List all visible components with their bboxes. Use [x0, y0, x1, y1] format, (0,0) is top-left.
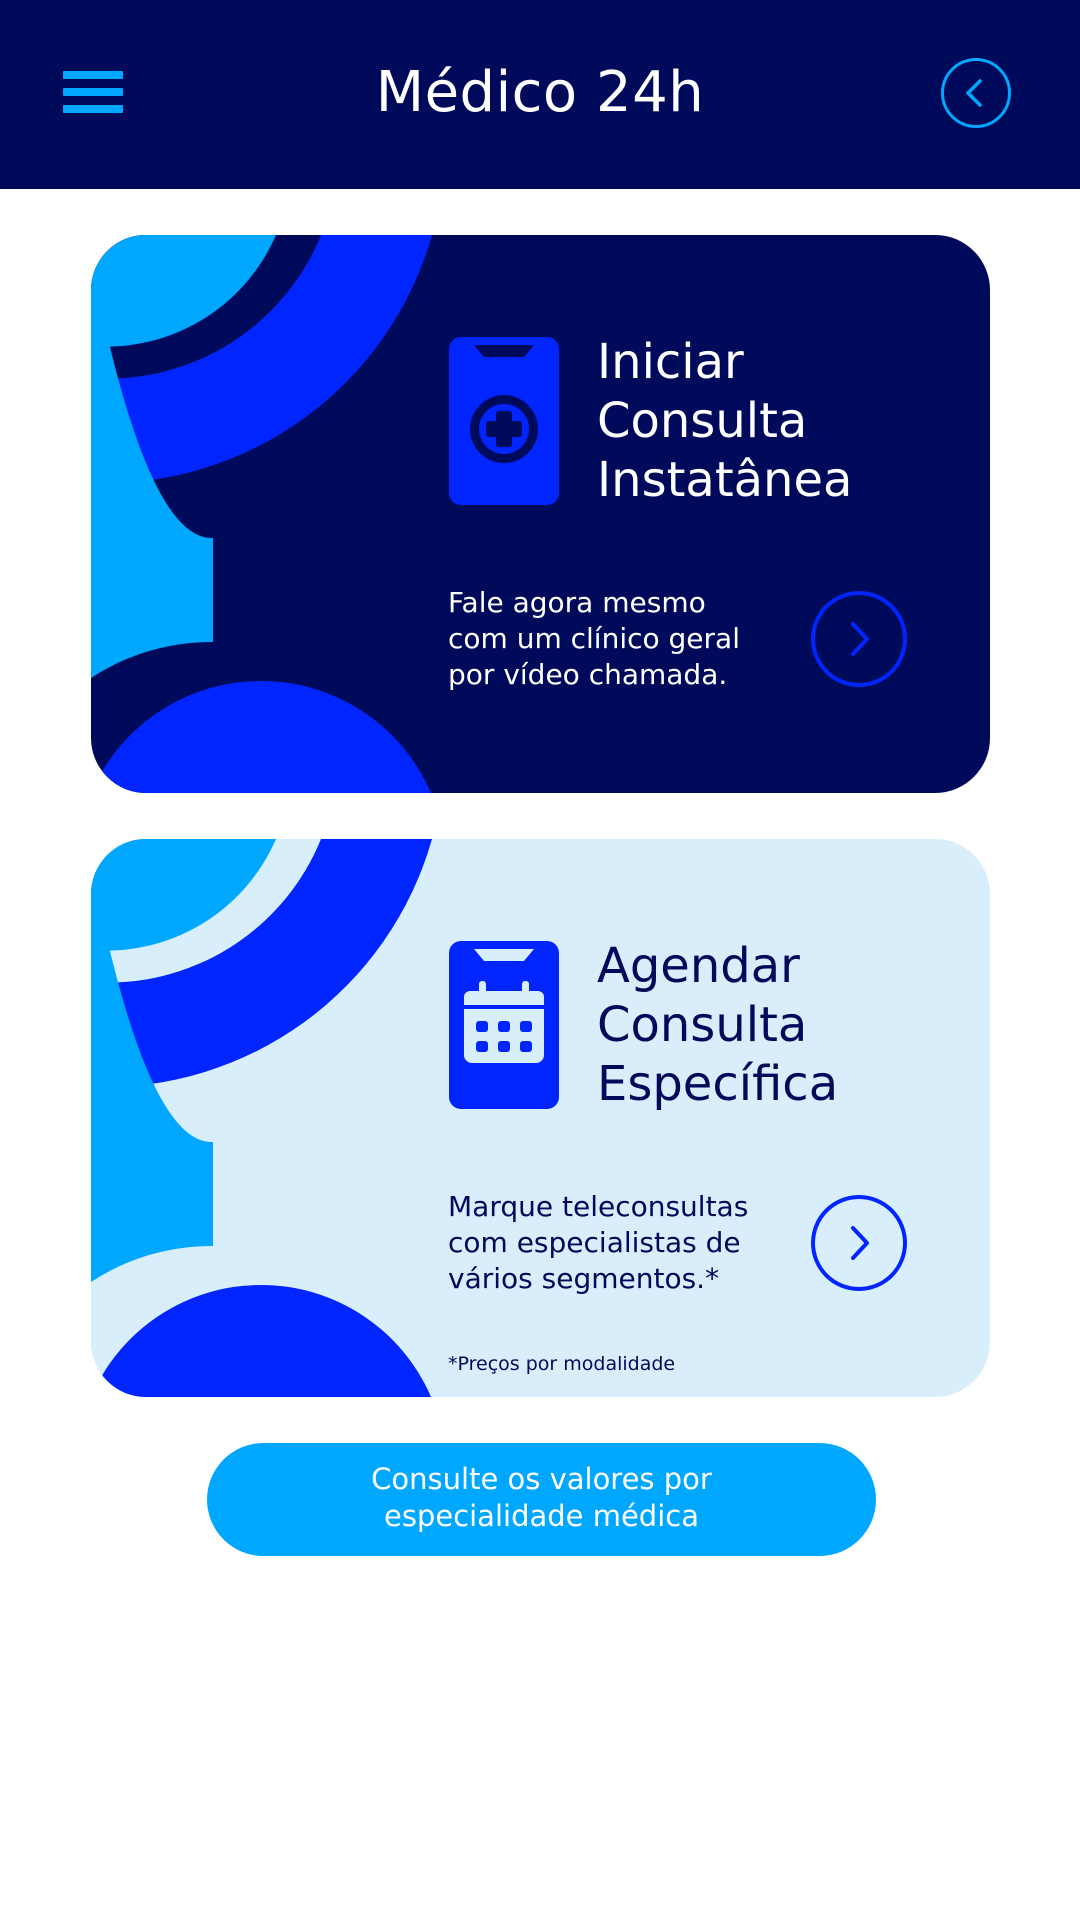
schedule-card-title: Agendar Consulta Específica — [597, 937, 977, 1114]
schedule-desc-line-2: com especialistas de — [448, 1226, 741, 1259]
price-footnote: *Preços por modalidade — [448, 1353, 676, 1375]
cta-label-line-2: especialidade médica — [383, 1499, 699, 1533]
schedule-card-arrow-button[interactable] — [811, 1195, 907, 1291]
phone-medical-cross-icon — [449, 337, 559, 505]
schedule-desc-line-3: vários segmentos.* — [448, 1262, 720, 1295]
instant-card-arrow-button[interactable] — [811, 591, 907, 687]
schedule-title-line-2: Consulta — [597, 997, 808, 1053]
phone-calendar-icon — [449, 941, 559, 1109]
schedule-desc-line-1: Marque teleconsultas — [448, 1190, 749, 1223]
cta-label-line-1: Consulte os valores por — [371, 1462, 712, 1496]
instant-title-line-1: Iniciar — [597, 334, 744, 390]
instant-title-line-3: Instatânea — [597, 452, 853, 508]
specialty-prices-button[interactable]: Consulte os valores por especialidade mé… — [207, 1443, 876, 1556]
chevron-right-icon — [851, 622, 869, 656]
instant-desc-line-1: Fale agora mesmo — [448, 586, 706, 619]
instant-card-title: Iniciar Consulta Instatânea — [597, 333, 977, 510]
instant-title-line-2: Consulta — [597, 393, 808, 449]
back-button[interactable] — [941, 58, 1011, 128]
app-header: Médico 24h — [0, 0, 1080, 189]
chevron-left-icon — [966, 79, 982, 107]
chevron-right-icon — [851, 1226, 869, 1260]
instant-card-description: Fale agora mesmo com um clínico geral po… — [448, 585, 778, 693]
schedule-consultation-card[interactable]: Agendar Consulta Específica Marque telec… — [91, 839, 990, 1397]
instant-desc-line-3: por vídeo chamada. — [448, 658, 728, 691]
schedule-title-line-3: Específica — [597, 1056, 839, 1112]
schedule-title-line-1: Agendar — [597, 938, 800, 994]
instant-desc-line-2: com um clínico geral — [448, 622, 740, 655]
card-decoration — [91, 839, 432, 1397]
schedule-card-description: Marque teleconsultas com especialistas d… — [448, 1189, 778, 1297]
page-title: Médico 24h — [375, 60, 705, 125]
card-decoration — [91, 235, 432, 793]
instant-consultation-card[interactable]: Iniciar Consulta Instatânea Fale agora m… — [91, 235, 990, 793]
